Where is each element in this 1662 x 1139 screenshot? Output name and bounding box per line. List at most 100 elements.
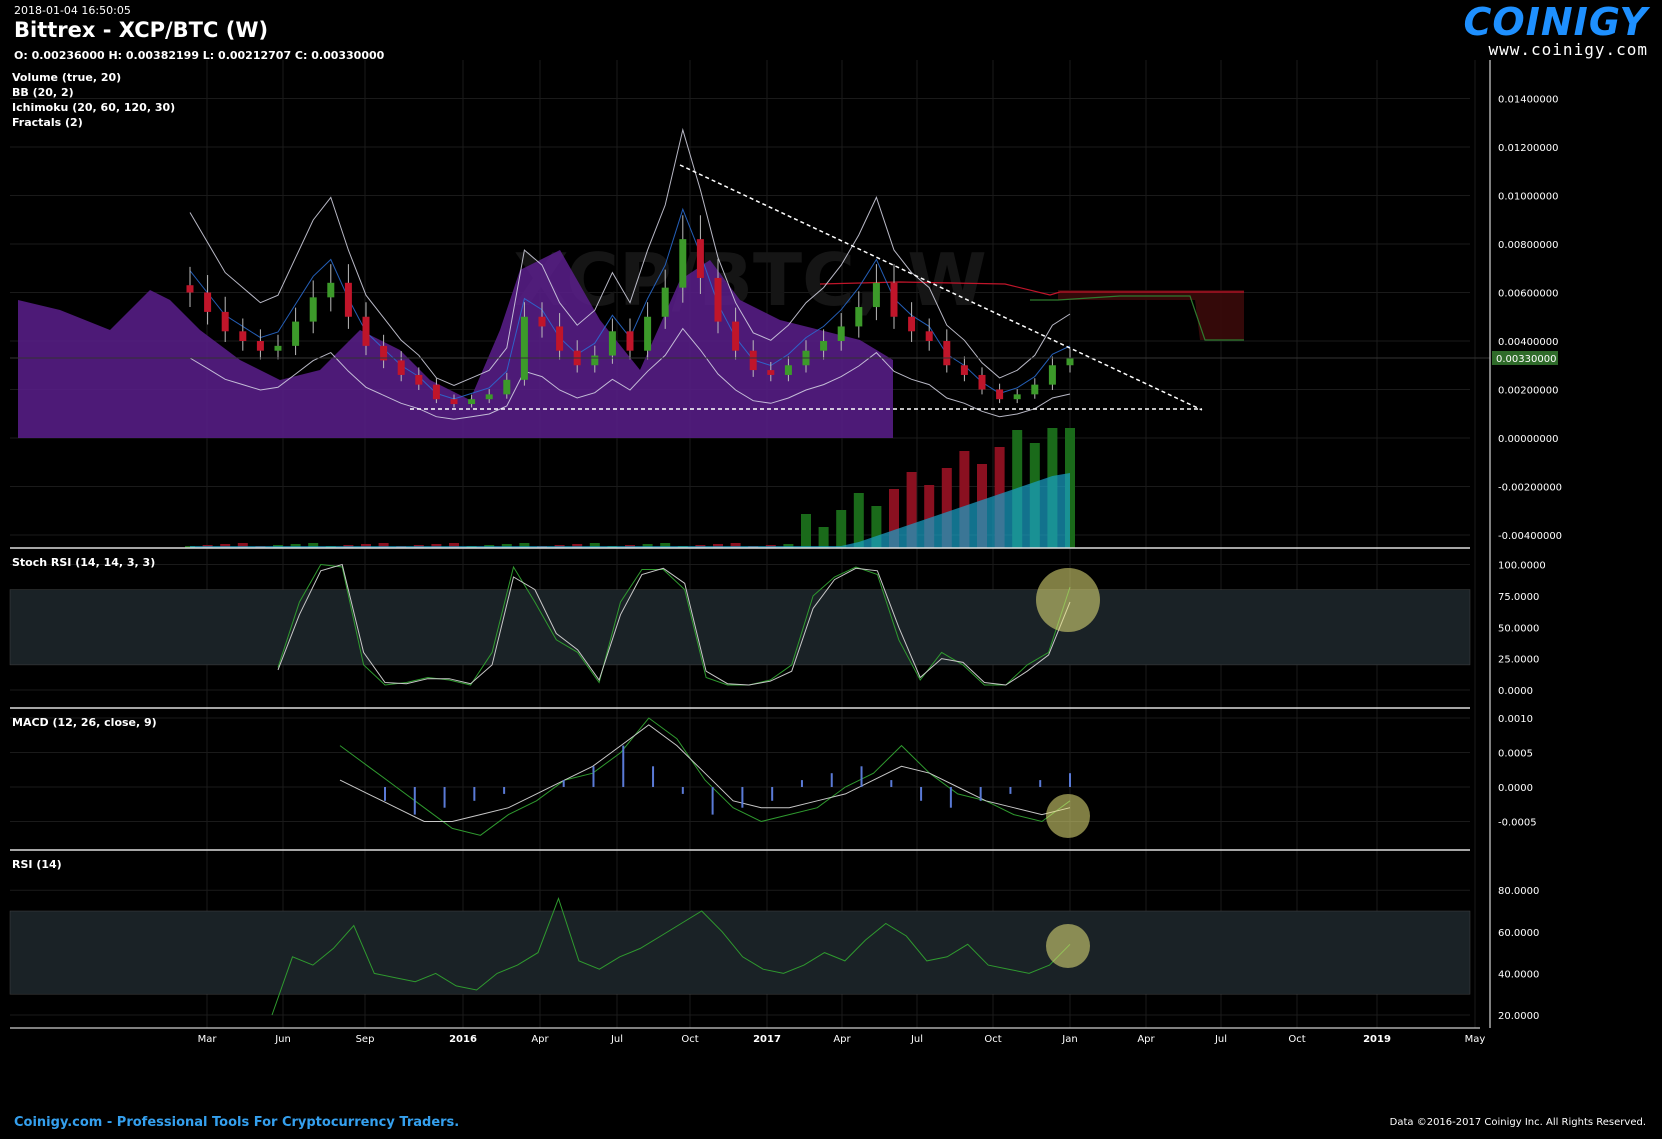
x-tick-label: Oct	[984, 1034, 1001, 1045]
y-tick-label: 0.01000000	[1498, 192, 1558, 203]
candle-body	[890, 282, 898, 317]
x-tick-label: Apr	[833, 1034, 851, 1045]
indicator-volume[interactable]: Volume (true, 20)	[12, 70, 175, 85]
coinigy-logo[interactable]: COINIGY www.coinigy.com	[1464, 2, 1648, 59]
candle-body	[696, 239, 704, 278]
macd-signal-line	[339, 724, 1071, 822]
rsi-band	[9, 910, 1471, 995]
candle-body	[608, 331, 616, 356]
indicator-panes	[9, 563, 1471, 1016]
x-tick-label: 2016	[449, 1034, 477, 1045]
candle-body	[204, 292, 212, 312]
y-tick-label: 0.01400000	[1498, 95, 1558, 106]
candle-body	[450, 399, 458, 405]
stoch-tick-label: 100.0000	[1498, 561, 1546, 572]
x-tick-label: Oct	[1288, 1034, 1305, 1045]
stoch-tick-label: 0.0000	[1498, 686, 1533, 697]
candle-body	[344, 282, 352, 317]
volume-bar	[853, 493, 864, 548]
candle-body	[256, 341, 264, 351]
stoch-tick-label: 25.0000	[1498, 655, 1539, 666]
candle-body	[503, 379, 511, 395]
x-tick-label: Sep	[356, 1034, 375, 1045]
candle-body	[996, 389, 1004, 400]
candle-body	[362, 316, 370, 346]
stoch-tick-label: 50.0000	[1498, 623, 1539, 634]
logo-name: COINIGY	[1463, 0, 1648, 44]
x-tick-label: Apr	[531, 1034, 549, 1045]
candle-body	[784, 365, 792, 375]
candle-body	[943, 341, 951, 366]
candle-body	[591, 355, 599, 366]
candle-body	[1066, 357, 1074, 366]
macd-label[interactable]: MACD (12, 26, close, 9)	[12, 716, 157, 729]
candle-body	[960, 365, 968, 375]
macd-tick-label: 0.0005	[1498, 749, 1533, 760]
y-tick-label: -0.00400000	[1498, 531, 1562, 542]
x-tick-label: 2019	[1363, 1034, 1391, 1045]
rsi-tick-label: 40.0000	[1498, 969, 1539, 980]
candle-body	[1031, 384, 1039, 395]
x-tick-label: Jun	[274, 1034, 291, 1045]
x-tick-label: Jan	[1061, 1034, 1077, 1045]
chart-title: Bittrex - XCP/BTC (W)	[14, 18, 269, 42]
indicator-bb[interactable]: BB (20, 2)	[12, 85, 175, 100]
y-tick-label: 0.00600000	[1498, 289, 1558, 300]
candle-body	[468, 399, 476, 405]
candle-body	[855, 307, 863, 327]
candle-body	[415, 374, 423, 385]
candle-body	[837, 326, 845, 341]
candle-body	[908, 316, 916, 332]
y-tick-label: 0.00200000	[1498, 386, 1558, 397]
volume-bar	[818, 527, 829, 548]
indicator-ichimoku[interactable]: Ichimoku (20, 60, 120, 30)	[12, 100, 175, 115]
candle-body	[221, 311, 229, 332]
rsi-tick-label: 20.0000	[1498, 1011, 1539, 1022]
volume-bars	[185, 428, 1075, 548]
y-tick-label: 0.00800000	[1498, 240, 1558, 251]
logo-url: www.coinigy.com	[1488, 40, 1648, 59]
candle-body	[925, 331, 933, 341]
footer-tagline[interactable]: Coinigy.com - Professional Tools For Cry…	[14, 1115, 459, 1130]
chart-canvas[interactable]: XCP/BTC, W Mar Jun Sep 2016 Apr Jul Oct 2017 Apr…	[0, 0, 1662, 1139]
indicator-list: Volume (true, 20) BB (20, 2) Ichimoku (2…	[12, 70, 175, 130]
indicator-fractals[interactable]: Fractals (2)	[12, 115, 175, 130]
candle-body	[485, 394, 493, 400]
stoch-rsi-label[interactable]: Stoch RSI (14, 14, 3, 3)	[12, 556, 155, 569]
axes: Mar Jun Sep 2016 Apr Jul Oct 2017 Apr Jul Oct Jan Ap…	[10, 60, 1562, 1045]
cloud-forecast	[1058, 290, 1244, 340]
rsi-tick-label: 80.0000	[1498, 886, 1539, 897]
candle-body	[767, 370, 775, 375]
candle-body	[732, 321, 740, 351]
rsi-label[interactable]: RSI (14)	[12, 858, 62, 871]
candle-body	[327, 282, 335, 298]
candle-body	[749, 350, 757, 371]
candle-body	[1013, 394, 1021, 400]
candle-body	[714, 277, 722, 322]
rsi-highlight	[1046, 924, 1090, 968]
x-tick-label: Apr	[1137, 1034, 1155, 1045]
candle-body	[309, 297, 317, 322]
rsi-tick-label: 60.0000	[1498, 928, 1539, 939]
candle-body	[274, 345, 282, 351]
candle-body	[661, 287, 669, 317]
stoch-tick-label: 75.0000	[1498, 592, 1539, 603]
macd-tick-label: -0.0005	[1498, 818, 1537, 829]
footer-copyright: Data ©2016-2017 Coinigy Inc. All Rights …	[1389, 1117, 1646, 1128]
candle-body	[397, 360, 405, 375]
x-tick-label: 2017	[753, 1034, 781, 1045]
volume-bar	[836, 510, 847, 548]
candle-body	[626, 331, 634, 351]
y-tick-label: -0.00200000	[1498, 483, 1562, 494]
last-price-label: 0.00330000	[1496, 354, 1556, 365]
macd-macd-line	[339, 717, 1071, 836]
ohlc-readout: O: 0.00236000 H: 0.00382199 L: 0.0021270…	[14, 49, 385, 62]
chart-timestamp: 2018-01-04 16:50:05	[14, 4, 131, 17]
candle-body	[186, 285, 194, 293]
candle-body	[520, 316, 528, 380]
x-tick-label: Jul	[1214, 1034, 1227, 1045]
candle-body	[556, 326, 564, 351]
candle-body	[1048, 365, 1056, 385]
x-tick-label: Mar	[198, 1034, 218, 1045]
candle-body	[239, 331, 247, 341]
